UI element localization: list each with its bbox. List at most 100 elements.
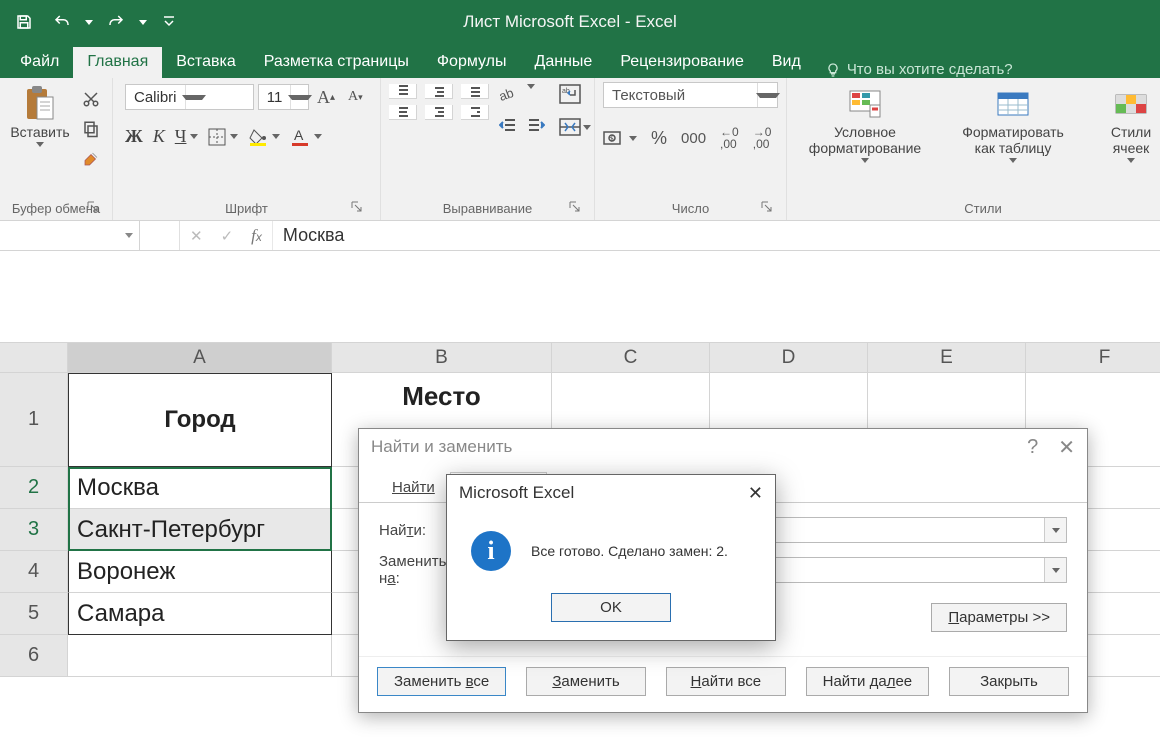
paste-button[interactable]: Вставить: [8, 84, 72, 147]
font-color-icon[interactable]: A: [290, 128, 310, 146]
redo-icon[interactable]: [98, 4, 134, 40]
row-header[interactable]: 3: [0, 509, 68, 551]
help-icon[interactable]: ?: [1027, 436, 1038, 459]
undo-dropdown-icon[interactable]: [82, 20, 96, 25]
column-header[interactable]: A: [68, 343, 332, 373]
tab-file[interactable]: Файл: [6, 47, 73, 78]
tab-find[interactable]: Найти: [377, 472, 450, 503]
row-header[interactable]: 1: [0, 373, 68, 467]
cell[interactable]: [68, 635, 332, 677]
decrease-indent-icon[interactable]: [499, 118, 517, 132]
cell-styles-button[interactable]: Стили ячеек: [1091, 84, 1160, 163]
dialog-launcher-icon[interactable]: [86, 200, 100, 214]
insert-function-icon[interactable]: fx: [251, 226, 262, 246]
cell[interactable]: Город: [68, 373, 332, 467]
cell[interactable]: Воронеж: [68, 551, 332, 593]
replace-all-button[interactable]: Заменить все: [377, 667, 506, 696]
chevron-down-icon[interactable]: [190, 134, 198, 139]
row-header[interactable]: 6: [0, 635, 68, 677]
tell-me-search[interactable]: Что вы хотите сделать?: [825, 61, 1013, 78]
borders-icon[interactable]: [208, 128, 226, 146]
row-header[interactable]: 5: [0, 593, 68, 635]
column-header[interactable]: C: [552, 343, 710, 373]
chevron-down-icon: [757, 83, 777, 107]
comma-style-icon[interactable]: 000: [681, 130, 706, 147]
column-header[interactable]: E: [868, 343, 1026, 373]
cell[interactable]: Москва: [68, 467, 332, 509]
select-all-corner[interactable]: [0, 343, 68, 373]
close-icon[interactable]: ✕: [1058, 435, 1075, 460]
orientation-icon[interactable]: ab: [499, 84, 519, 102]
chevron-down-icon[interactable]: [230, 134, 238, 139]
cell[interactable]: Самара: [68, 593, 332, 635]
increase-indent-icon[interactable]: [527, 118, 545, 132]
align-bottom-icon[interactable]: [461, 84, 489, 99]
align-center-icon[interactable]: [425, 105, 453, 120]
copy-icon[interactable]: [78, 118, 104, 140]
cell[interactable]: Сакнт-Петербург: [68, 509, 332, 551]
redo-dropdown-icon[interactable]: [136, 20, 150, 25]
increase-decimal-icon[interactable]: ←0,00: [720, 126, 739, 150]
merge-center-icon[interactable]: [559, 118, 591, 136]
tab-data[interactable]: Данные: [521, 47, 607, 78]
row-header[interactable]: 4: [0, 551, 68, 593]
align-top-icon[interactable]: [389, 84, 417, 99]
conditional-formatting-button[interactable]: Условное форматирование: [795, 84, 935, 163]
dialog-launcher-icon[interactable]: [760, 200, 774, 214]
chevron-down-icon[interactable]: [272, 134, 280, 139]
ok-button[interactable]: OK: [551, 593, 671, 622]
tab-page-layout[interactable]: Разметка страницы: [250, 47, 423, 78]
dialog-launcher-icon[interactable]: [568, 200, 582, 214]
format-as-table-button[interactable]: Форматировать как таблицу: [953, 84, 1073, 163]
find-all-button[interactable]: Найти все: [666, 667, 786, 696]
cancel-icon[interactable]: ✕: [190, 227, 203, 245]
tab-view[interactable]: Вид: [758, 47, 815, 78]
italic-button[interactable]: К: [153, 126, 165, 147]
window-title: Лист Microsoft Excel - Excel: [176, 12, 964, 32]
close-button[interactable]: Закрыть: [949, 667, 1069, 696]
cut-icon[interactable]: [78, 88, 104, 110]
bold-button[interactable]: Ж: [125, 126, 143, 147]
chevron-down-icon: [1009, 158, 1017, 163]
parameters-button[interactable]: Параметры >>: [931, 603, 1067, 632]
decrease-decimal-icon[interactable]: →0,00: [753, 126, 772, 150]
replace-button[interactable]: Заменить: [526, 667, 646, 696]
font-size-combo[interactable]: 11: [258, 84, 310, 110]
wrap-text-icon[interactable]: ab: [559, 84, 591, 104]
chevron-down-icon[interactable]: [314, 134, 322, 139]
tab-home[interactable]: Главная: [73, 47, 162, 78]
percent-icon[interactable]: %: [651, 128, 667, 149]
format-painter-icon[interactable]: [78, 148, 104, 170]
decrease-font-icon[interactable]: A▾: [343, 86, 368, 108]
tab-formulas[interactable]: Формулы: [423, 47, 521, 78]
fill-color-icon[interactable]: [248, 128, 268, 146]
qat-customize-icon[interactable]: [162, 15, 176, 29]
formula-input[interactable]: Москва: [272, 221, 1160, 250]
dialog-launcher-icon[interactable]: [350, 200, 364, 214]
align-left-icon[interactable]: [389, 105, 417, 120]
accounting-format-icon[interactable]: $: [603, 129, 625, 147]
find-next-button[interactable]: Найти далее: [806, 667, 930, 696]
font-size-value: 11: [259, 89, 291, 106]
tab-insert[interactable]: Вставка: [162, 47, 249, 78]
chevron-down-icon[interactable]: [527, 84, 535, 89]
column-header[interactable]: D: [710, 343, 868, 373]
column-header[interactable]: B: [332, 343, 552, 373]
align-right-icon[interactable]: [461, 105, 489, 120]
number-format-combo[interactable]: Текстовый: [603, 82, 778, 108]
increase-font-icon[interactable]: A▴: [313, 86, 338, 108]
chevron-down-icon[interactable]: [629, 136, 637, 141]
close-icon[interactable]: ✕: [748, 483, 763, 504]
column-header[interactable]: F: [1026, 343, 1160, 373]
chevron-down-icon[interactable]: [1044, 518, 1066, 542]
name-box[interactable]: [0, 221, 140, 250]
tab-review[interactable]: Рецензирование: [606, 47, 758, 78]
save-icon[interactable]: [6, 4, 42, 40]
align-middle-icon[interactable]: [425, 84, 453, 99]
font-name-combo[interactable]: Calibri: [125, 84, 254, 110]
enter-icon[interactable]: ✓: [221, 227, 234, 245]
chevron-down-icon[interactable]: [1044, 558, 1066, 582]
undo-icon[interactable]: [44, 4, 80, 40]
underline-button[interactable]: Ч: [175, 126, 187, 147]
row-header[interactable]: 2: [0, 467, 68, 509]
